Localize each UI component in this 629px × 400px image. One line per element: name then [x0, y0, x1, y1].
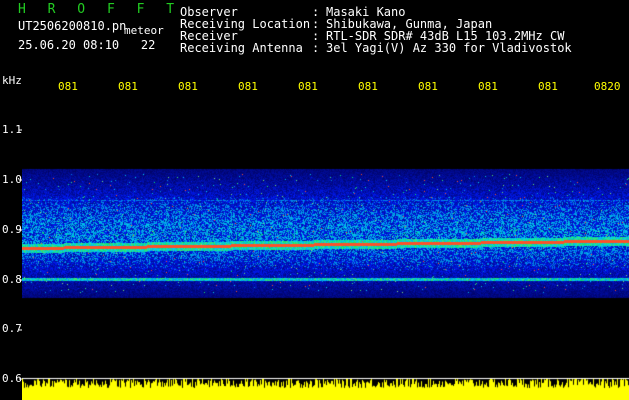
x-tick-label: 081 [58, 80, 78, 93]
count: 22 [140, 38, 156, 52]
x-tick-label: 081 [178, 80, 198, 93]
date: 25.06.20 [18, 38, 76, 52]
filename: UT2506200810.pn [18, 19, 127, 33]
datetime: 25.06.20 08:10 22 [18, 38, 155, 52]
x-tick-label: 081 [118, 80, 138, 93]
x-tick-label: 0820 [594, 80, 621, 93]
meteor-label: meteor [124, 24, 164, 37]
info-label-antenna: Receiving Antenna [180, 41, 303, 55]
x-tick-label: 081 [478, 80, 498, 93]
time: 08:10 [83, 38, 120, 52]
x-tick-label: 081 [298, 80, 318, 93]
info-value-antenna: 3el Yagi(V) Az 330 for Vladivostok [326, 41, 572, 55]
spectrogram [22, 98, 629, 400]
x-tick-label: 081 [238, 80, 258, 93]
x-tick-label: 081 [358, 80, 378, 93]
app-title: H R O F F T [18, 2, 182, 17]
x-tick-label: 081 [418, 80, 438, 93]
info-colon: : [312, 41, 320, 55]
x-tick-label: 081 [538, 80, 558, 93]
